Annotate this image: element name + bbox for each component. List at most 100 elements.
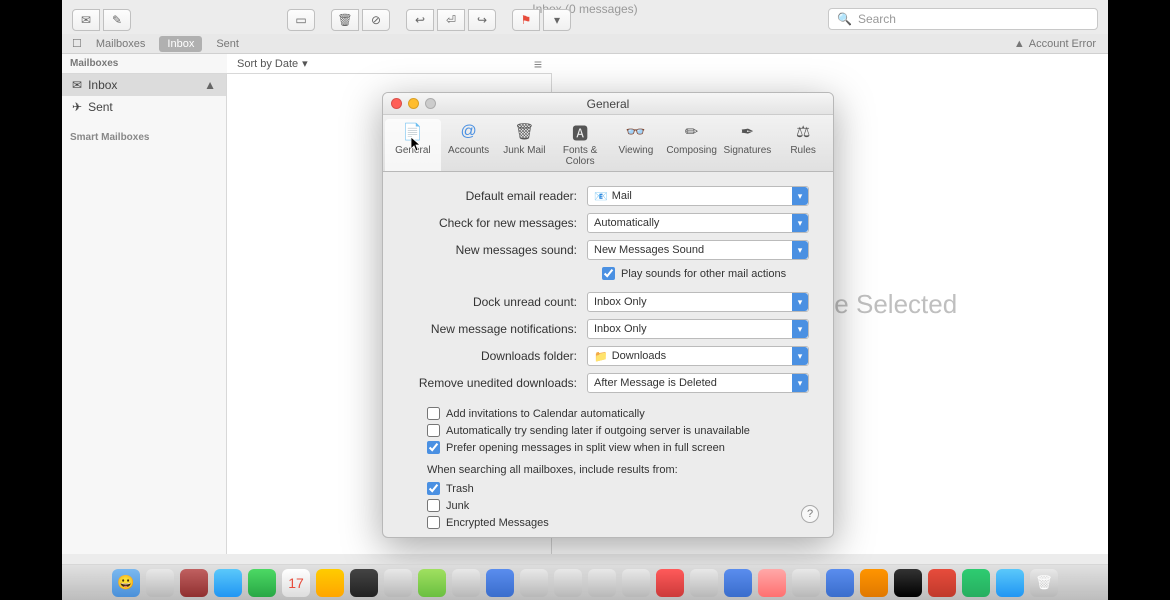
account-error-label: Account Error (1029, 38, 1096, 50)
tab-general-label: General (395, 145, 431, 156)
tab-fonts[interactable]: 🅰Fonts & Colors (552, 119, 608, 171)
checkbox-auto-send[interactable] (427, 424, 440, 437)
dock-app[interactable] (724, 569, 752, 597)
help-button[interactable]: ? (801, 505, 819, 523)
tab-fonts-label: Fonts & Colors (553, 145, 607, 167)
tab-composing-label: Composing (666, 145, 717, 156)
remove-value: After Message is Deleted (594, 377, 717, 389)
junk-icon: 🗑 (511, 121, 537, 143)
split-label: Prefer opening messages in split view wh… (446, 442, 725, 454)
inbox-icon: ✉ (72, 78, 82, 92)
sort-label: Sort by Date (237, 58, 298, 70)
dock-calendar[interactable]: 17 (282, 569, 310, 597)
search-section-label: When searching all mailboxes, include re… (427, 464, 809, 476)
select-dock-count[interactable]: Inbox Only (587, 292, 809, 312)
tab-signatures[interactable]: ✒Signatures (720, 119, 776, 171)
label-default-reader: Default email reader: (407, 189, 587, 203)
select-remove-downloads[interactable]: After Message is Deleted (587, 373, 809, 393)
reply-all-button[interactable]: ⏎ (437, 9, 465, 31)
reply-button[interactable]: ↩ (406, 9, 434, 31)
sidebar-inbox-label: Inbox (88, 78, 117, 92)
list-options-icon[interactable]: ≡ (534, 56, 542, 72)
dock-app[interactable] (214, 569, 242, 597)
sidebar-header: Mailboxes (62, 54, 227, 74)
dock-app[interactable] (826, 569, 854, 597)
label-notifications: New message notifications: (407, 322, 587, 336)
dock-app[interactable] (350, 569, 378, 597)
dock-app[interactable] (180, 569, 208, 597)
checkbox-calendar[interactable] (427, 407, 440, 420)
tab-rules-label: Rules (790, 145, 816, 156)
junk-button[interactable]: ⊘ (362, 9, 390, 31)
sidebar-sent[interactable]: ✈ Sent (62, 96, 226, 118)
zoom-button[interactable] (425, 98, 436, 109)
sidebar-sent-label: Sent (88, 100, 113, 114)
dock-app[interactable] (316, 569, 344, 597)
mail-app-icon: 📧 (594, 190, 608, 203)
tab-accounts[interactable]: @Accounts (441, 119, 497, 171)
checkbox-encrypted[interactable] (427, 516, 440, 529)
dock: 😀 17 🗑 (62, 564, 1108, 600)
dock-app[interactable] (656, 569, 684, 597)
fav-inbox[interactable]: Inbox (159, 36, 202, 52)
dock-finder[interactable]: 😀 (112, 569, 140, 597)
checkbox-play-sounds[interactable] (602, 267, 615, 280)
get-mail-button[interactable]: ✉ (72, 9, 100, 31)
message-list-header[interactable]: Sort by Date ▾ ≡ (227, 54, 552, 74)
dock-app[interactable] (486, 569, 514, 597)
dock-app[interactable] (452, 569, 480, 597)
dock-app[interactable] (248, 569, 276, 597)
dock-app[interactable] (962, 569, 990, 597)
fav-mailboxes[interactable]: Mailboxes (88, 36, 154, 52)
fonts-icon: 🅰 (567, 121, 593, 143)
show-mailboxes-button[interactable]: ☐ (72, 37, 82, 50)
select-sound[interactable]: New Messages Sound (587, 240, 809, 260)
dock-app[interactable] (384, 569, 412, 597)
cal-label: Add invitations to Calendar automaticall… (446, 408, 645, 420)
sent-icon: ✈ (72, 100, 82, 114)
search-field[interactable]: 🔍 Search (828, 8, 1098, 30)
tab-rules[interactable]: ⚖Rules (775, 119, 831, 171)
dock-app[interactable] (690, 569, 718, 597)
select-check-messages[interactable]: Automatically (587, 213, 809, 233)
dock-app[interactable] (622, 569, 650, 597)
checkbox-trash[interactable] (427, 482, 440, 495)
dock-app[interactable] (520, 569, 548, 597)
dock-app[interactable] (588, 569, 616, 597)
dock-app[interactable] (860, 569, 888, 597)
compose-button[interactable]: ✎ (103, 9, 131, 31)
sidebar-inbox[interactable]: ✉ Inbox ▲ (62, 74, 226, 96)
dock-trash[interactable]: 🗑 (1030, 569, 1058, 597)
dock-app[interactable] (554, 569, 582, 597)
prefs-body: Default email reader:📧Mail Check for new… (383, 172, 833, 538)
downloads-value: Downloads (612, 350, 666, 362)
dock-app[interactable] (418, 569, 446, 597)
checkbox-junk[interactable] (427, 499, 440, 512)
tab-junk[interactable]: 🗑Junk Mail (497, 119, 553, 171)
tab-general[interactable]: 📄 General (385, 119, 441, 171)
close-button[interactable] (391, 98, 402, 109)
dock-app[interactable] (894, 569, 922, 597)
select-notifications[interactable]: Inbox Only (587, 319, 809, 339)
dock-app[interactable] (928, 569, 956, 597)
dock-app[interactable] (996, 569, 1024, 597)
fav-sent[interactable]: Sent (208, 36, 247, 52)
forward-button[interactable]: ↪ (468, 9, 496, 31)
checkbox-split-view[interactable] (427, 441, 440, 454)
select-default-reader[interactable]: 📧Mail (587, 186, 809, 206)
signatures-icon: ✒ (734, 121, 760, 143)
dock-app[interactable] (758, 569, 786, 597)
flag-button[interactable]: ⚑ (512, 9, 540, 31)
general-icon: 📄 (400, 121, 426, 143)
tab-composing[interactable]: ✏Composing (664, 119, 720, 171)
account-error[interactable]: ▲ Account Error (1014, 38, 1096, 50)
archive-button[interactable]: ▭ (287, 9, 315, 31)
prefs-titlebar: General (383, 93, 833, 115)
tab-viewing[interactable]: 👓Viewing (608, 119, 664, 171)
flag-menu-button[interactable]: ▾ (543, 9, 571, 31)
minimize-button[interactable] (408, 98, 419, 109)
dock-app[interactable] (792, 569, 820, 597)
dock-app[interactable] (146, 569, 174, 597)
delete-button[interactable]: 🗑 (331, 9, 359, 31)
select-downloads[interactable]: 📁Downloads (587, 346, 809, 366)
